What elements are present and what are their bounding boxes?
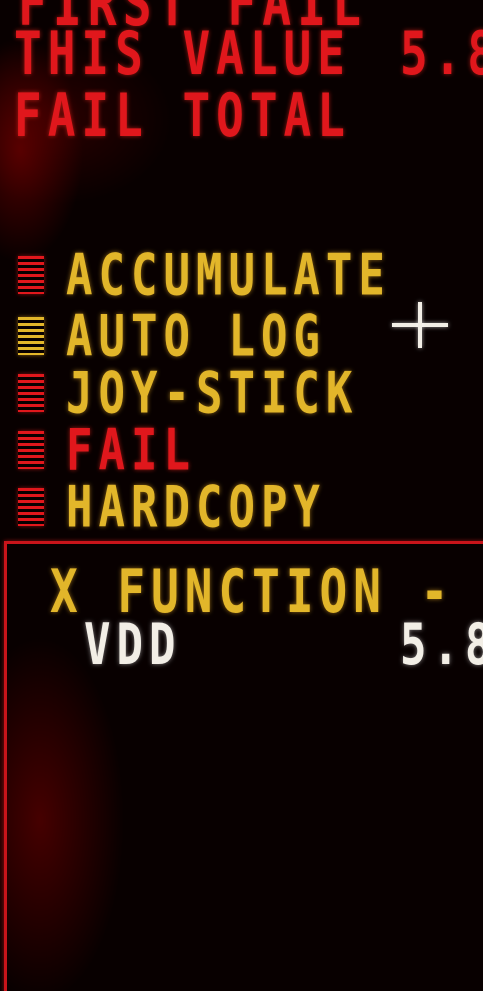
menu-marker-icon [18,488,44,526]
menu-item-auto-log[interactable]: AUTO LOG [18,303,326,369]
function-row-value: 5.8 [400,612,483,679]
menu-marker-icon [18,431,44,469]
menu-marker-icon [18,374,44,412]
fail-total-label: FAIL TOTAL [14,80,351,151]
terminal-screen: FIRST FAIL THIS VALUE 5.8 FAIL TOTAL ACC… [0,0,483,991]
menu-label: AUTO LOG [66,302,326,370]
menu-item-hardcopy[interactable]: HARDCOPY [18,474,326,540]
crosshair-icon[interactable] [392,302,448,348]
crosshair-vertical [418,302,422,348]
menu-item-accumulate[interactable]: ACCUMULATE [18,242,391,308]
menu-label: JOY-STICK [66,359,359,427]
menu-item-joy-stick[interactable]: JOY-STICK [18,360,358,426]
menu-label: HARDCOPY [66,473,326,541]
menu-marker-icon [18,256,44,294]
this-value-number: 5.8 [400,18,483,89]
menu-marker-icon [18,317,44,355]
menu-item-fail[interactable]: FAIL [18,417,196,483]
function-row-label: VDD [84,612,182,679]
menu-label: FAIL [66,416,196,484]
menu-label: ACCUMULATE [66,241,391,309]
this-value-label: THIS VALUE [14,18,351,89]
